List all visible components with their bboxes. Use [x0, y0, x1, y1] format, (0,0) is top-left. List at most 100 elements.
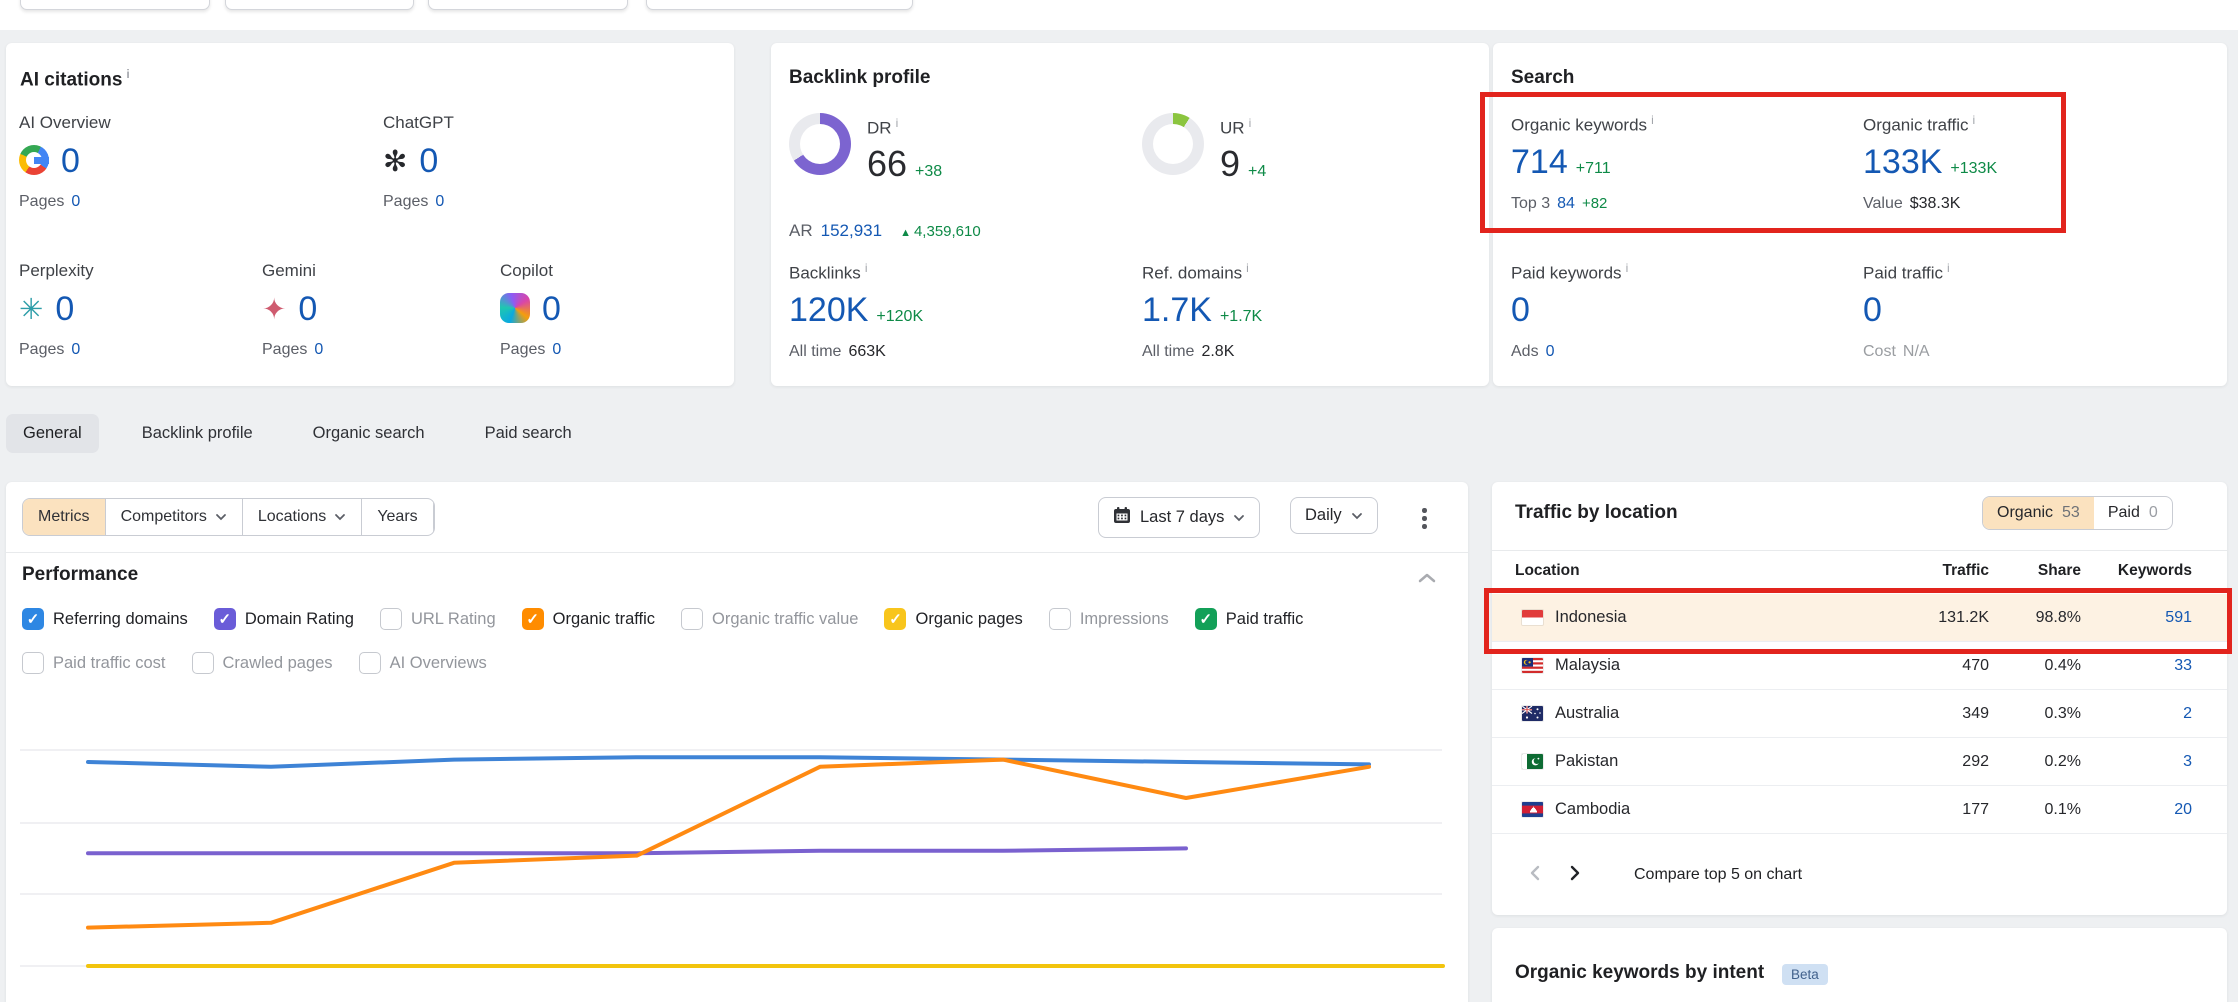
pages-label: Pages [500, 341, 545, 358]
metric-checkbox[interactable]: Domain Rating [214, 608, 354, 630]
paid-traffic-metric: Paid traffic 0 CostN/A [1863, 261, 2193, 361]
next-page-chevron-icon[interactable] [1568, 864, 1582, 887]
info-icon[interactable] [1973, 113, 1976, 127]
ar-delta: 4,359,610 [900, 223, 981, 240]
dr-delta: +38 [915, 163, 942, 180]
pages-value[interactable]: 0 [314, 341, 323, 358]
metric-checkbox[interactable]: Referring domains [22, 608, 188, 630]
info-icon[interactable] [1626, 261, 1629, 275]
metric-checkbox[interactable]: AI Overviews [359, 652, 487, 674]
metric-checkbox[interactable]: Paid traffic cost [22, 652, 166, 674]
segment-button[interactable]: Years [362, 499, 433, 535]
ai-citations-value[interactable]: 0 [419, 144, 438, 180]
chevron-down-icon [1233, 508, 1245, 527]
info-icon[interactable] [1947, 261, 1950, 275]
country-name: Malaysia [1555, 656, 1620, 675]
traffic-value: 131.2K [1938, 609, 1989, 627]
report-tab[interactable]: General [6, 414, 99, 453]
granularity-button[interactable]: Daily [1290, 497, 1378, 534]
google-icon [19, 145, 49, 175]
metric-checkbox[interactable]: Crawled pages [192, 652, 333, 674]
date-range-button[interactable]: Last 7 days [1098, 497, 1260, 538]
checkbox-icon [522, 608, 544, 630]
dr-donut-chart [789, 113, 851, 175]
segment-button[interactable]: Competitors [106, 499, 243, 535]
keywords-by-intent-title: Organic keywords by intent [1515, 962, 1764, 984]
paid-keywords-value[interactable]: 0 [1511, 293, 1530, 329]
organic-keywords-value[interactable]: 714 [1511, 145, 1568, 181]
toggle-option[interactable]: Organic53 [1983, 497, 2094, 529]
info-icon[interactable] [896, 116, 899, 130]
more-options-kebab-icon[interactable] [1418, 504, 1431, 533]
report-tab[interactable]: Organic search [296, 414, 442, 453]
keywords-link[interactable]: 33 [2174, 657, 2192, 675]
compare-top5-link[interactable]: Compare top 5 on chart [1634, 866, 1802, 884]
top3-value[interactable]: 84 [1557, 195, 1575, 212]
report-tab[interactable]: Backlink profile [125, 414, 270, 453]
pages-value[interactable]: 0 [552, 341, 561, 358]
metric-checkbox[interactable]: Organic traffic [522, 608, 655, 630]
collapse-chevron-up-icon[interactable] [1418, 570, 1436, 588]
info-icon[interactable] [1651, 113, 1654, 127]
metric-checkbox[interactable]: Impressions [1049, 608, 1169, 630]
keywords-link[interactable]: 3 [2183, 753, 2192, 771]
organic-traffic-value[interactable]: 133K [1863, 145, 1942, 181]
keywords-link[interactable]: 20 [2174, 801, 2192, 819]
ai-citations-value[interactable]: 0 [55, 292, 74, 328]
ai-source-label: AI Overview [19, 113, 219, 133]
share-value: 0.4% [2045, 657, 2081, 675]
toggle-option[interactable]: Paid0 [2094, 497, 2172, 529]
metric-checkbox[interactable]: Organic traffic value [681, 608, 858, 630]
report-tab[interactable]: Paid search [468, 414, 589, 453]
ai-citations-value[interactable]: 0 [298, 292, 317, 328]
pages-label: Pages [19, 193, 64, 210]
info-icon[interactable] [1249, 116, 1252, 130]
ar-value[interactable]: 152,931 [821, 221, 882, 240]
pages-value[interactable]: 0 [71, 193, 80, 210]
ai-citations-value[interactable]: 0 [61, 144, 80, 180]
chart-line-domain-rating [88, 848, 1186, 853]
cutoff-panel [225, 0, 414, 10]
ai-citations-value[interactable]: 0 [542, 292, 561, 328]
keywords-link[interactable]: 2 [2183, 705, 2192, 723]
location-row[interactable]: Australia 349 0.3% 2 [1492, 690, 2227, 738]
backlinks-value[interactable]: 120K [789, 293, 868, 329]
location-pagination: Compare top 5 on chart [1492, 852, 2227, 898]
segment-button[interactable]: Metrics [23, 499, 106, 535]
pages-value[interactable]: 0 [435, 193, 444, 210]
paid-traffic-value[interactable]: 0 [1863, 293, 1882, 329]
location-row[interactable]: Malaysia 470 0.4% 33 [1492, 642, 2227, 690]
ai-citation-item: Gemini ✦ 0 Pages0 [262, 261, 462, 359]
share-value: 0.1% [2045, 801, 2081, 819]
ai-citations-card: AI citations AI Overview 0 Pages0 ChatGP… [6, 43, 734, 386]
metric-checkbox[interactable]: URL Rating [380, 608, 496, 630]
performance-line-chart[interactable] [6, 700, 1468, 1002]
location-row[interactable]: Indonesia 131.2K 98.8% 591 [1492, 594, 2227, 642]
checkbox-icon [22, 608, 44, 630]
location-row[interactable]: Pakistan 292 0.2% 3 [1492, 738, 2227, 786]
info-icon[interactable] [1246, 261, 1249, 275]
cutoff-panel [646, 0, 913, 10]
ai-citation-item: Copilot 0 Pages0 [500, 261, 700, 359]
metric-checkbox[interactable]: Paid traffic [1195, 608, 1304, 630]
metric-checkbox[interactable]: Organic pages [884, 608, 1022, 630]
checkbox-icon [359, 652, 381, 674]
keywords-link[interactable]: 591 [2165, 609, 2192, 627]
paid-keywords-metric: Paid keywords 0 Ads0 [1511, 261, 1841, 361]
ads-value[interactable]: 0 [1546, 343, 1555, 360]
beta-badge: Beta [1782, 964, 1828, 985]
ai-source-label: Perplexity [19, 261, 219, 281]
ref-domains-value[interactable]: 1.7K [1142, 293, 1212, 329]
share-value: 98.8% [2036, 609, 2081, 627]
divider [6, 552, 1468, 553]
copilot-icon [500, 293, 530, 323]
info-icon[interactable] [865, 261, 868, 275]
location-row[interactable]: Cambodia 177 0.1% 20 [1492, 786, 2227, 834]
perplexity-icon: ✳ [19, 294, 43, 326]
pages-value[interactable]: 0 [71, 341, 80, 358]
prev-page-chevron-icon[interactable] [1528, 864, 1542, 887]
country-name: Indonesia [1555, 608, 1627, 627]
country-name: Cambodia [1555, 800, 1630, 819]
pages-label: Pages [383, 193, 428, 210]
segment-button[interactable]: Locations [243, 499, 363, 535]
